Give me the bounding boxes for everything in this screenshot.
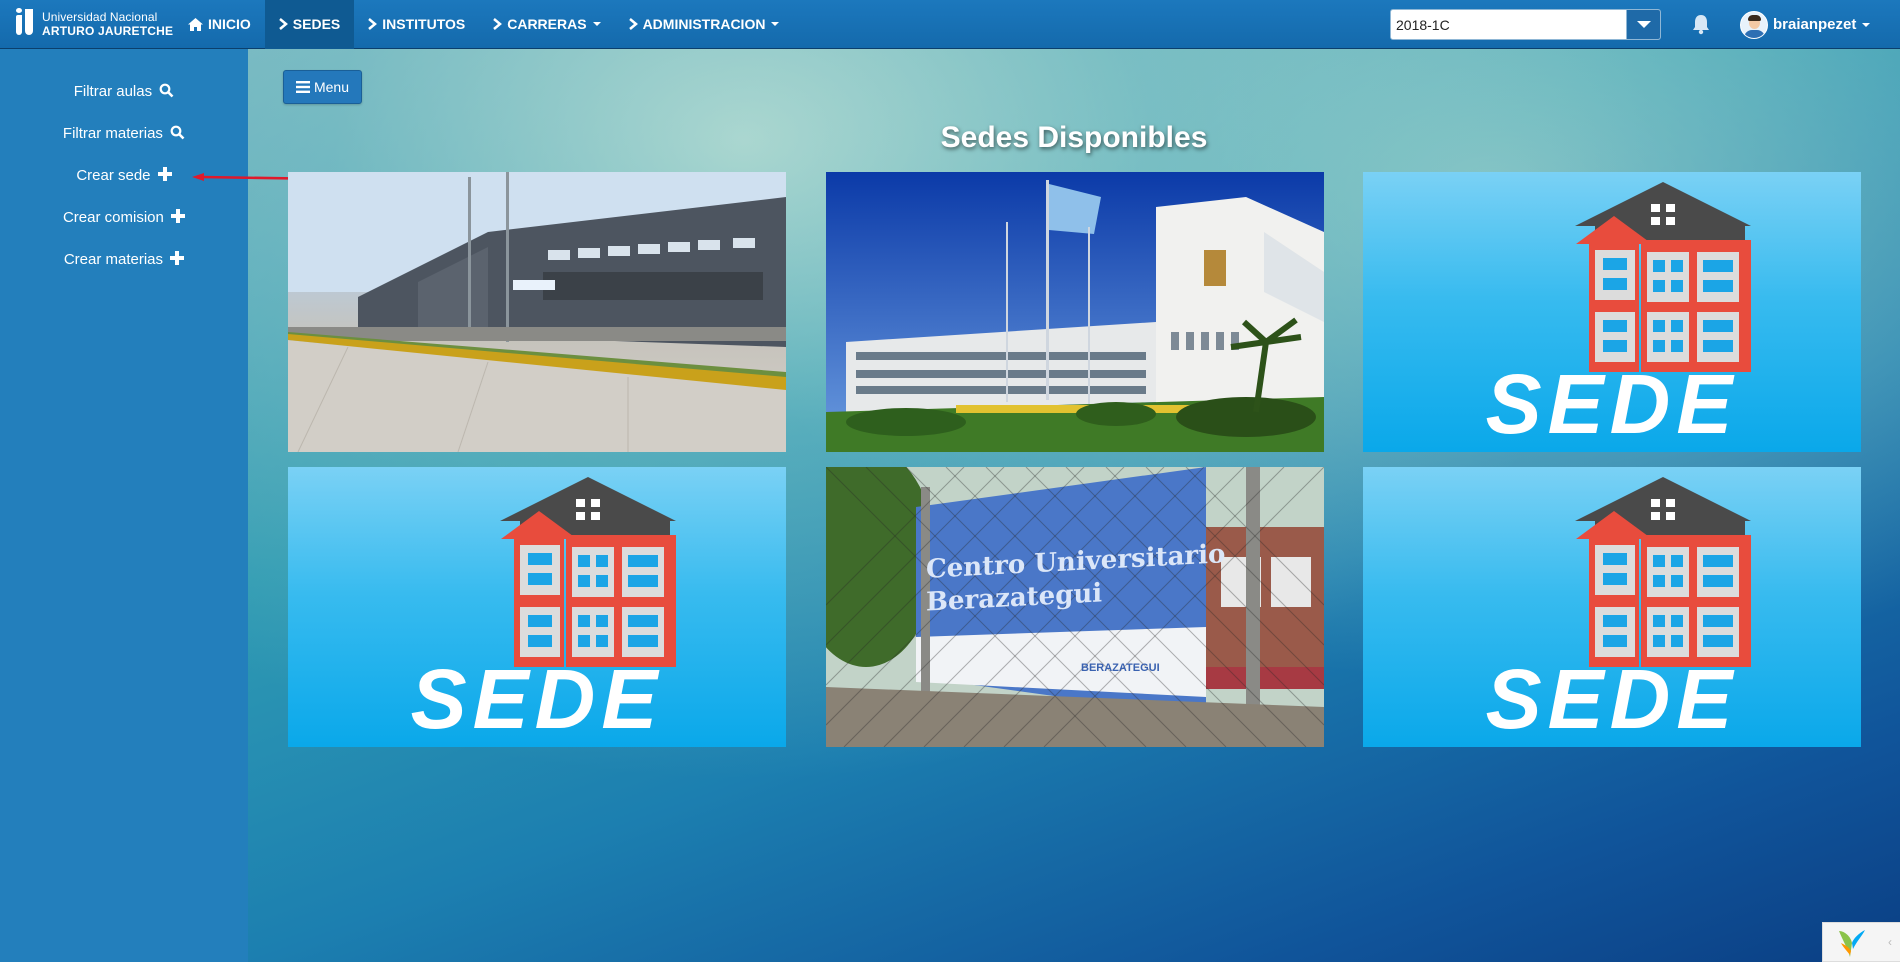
- sede-placeholder-label: SEDE: [1485, 652, 1739, 746]
- nav-item-label: ADMINISTRACION: [642, 16, 766, 32]
- campus-building-photo: [288, 172, 786, 452]
- menu-button-label: Menu: [313, 79, 350, 95]
- brand-line1: Universidad Nacional: [42, 10, 158, 24]
- sede-building-illustration: [1575, 182, 1751, 372]
- chevron-left-icon: ‹: [1888, 935, 1892, 949]
- sede-placeholder-label: SEDE: [410, 652, 664, 746]
- nav-item-carreras[interactable]: CARRERAS: [479, 0, 614, 49]
- sidebar-item-label: Filtrar aulas: [73, 83, 153, 100]
- chevron-right-icon: [493, 18, 503, 30]
- caret-down-icon: [771, 22, 780, 26]
- sidebar-item-label: Crear comision: [62, 209, 164, 226]
- avatar: [1740, 10, 1768, 39]
- search-icon: [170, 125, 185, 140]
- sede-card-2[interactable]: [826, 172, 1324, 452]
- period-dropdown-button[interactable]: [1626, 10, 1660, 39]
- caret-down-icon: [1636, 21, 1651, 28]
- plus-icon: [157, 167, 172, 181]
- brand-line2: ARTURO JAURETCHE: [42, 24, 174, 38]
- sign-logo-text: BERAZATEGUI: [1081, 662, 1160, 674]
- sede-placeholder-label: SEDE: [1485, 357, 1739, 451]
- page-title: Sedes Disponibles: [940, 121, 1208, 154]
- brand-logo-link[interactable]: Universidad Nacional ARTURO JAURETCHE: [0, 0, 174, 49]
- nav-item-label: CARRERAS: [507, 16, 587, 32]
- sede-building-illustration: [1575, 477, 1751, 667]
- caret-down-icon: [1862, 22, 1871, 27]
- bars-icon: [295, 81, 310, 93]
- user-menu[interactable]: braianpezet: [1740, 0, 1871, 49]
- sidebar-item-crear-comision[interactable]: Crear comision: [0, 209, 248, 226]
- sidebar-item-label: Filtrar materias: [62, 125, 163, 142]
- sede-card-3[interactable]: SEDE: [1363, 172, 1861, 452]
- sede-card-6[interactable]: SEDE: [1363, 467, 1861, 747]
- sidebar-item-filtrar-materias[interactable]: Filtrar materias: [0, 125, 248, 142]
- sidebar-item-label: Crear materias: [63, 251, 164, 268]
- chevron-right-icon: [278, 18, 288, 30]
- chevron-right-icon: [368, 18, 378, 30]
- search-icon: [159, 83, 174, 98]
- nav-item-institutos[interactable]: INSTITUTOS: [354, 0, 479, 49]
- chevron-right-icon: [628, 18, 638, 30]
- debug-toolbar-toggle[interactable]: ‹: [1822, 922, 1900, 962]
- nav-item-label: INSTITUTOS: [382, 16, 466, 32]
- sede-card-5[interactable]: Centro Universitario Berazategui BERAZAT…: [826, 467, 1324, 747]
- nav-item-label: SEDES: [292, 16, 341, 32]
- top-navbar: Universidad Nacional ARTURO JAURETCHE IN…: [0, 0, 1900, 49]
- nav-item-sedes[interactable]: SEDES: [264, 0, 355, 49]
- plus-icon: [171, 209, 186, 223]
- period-select-value: 2018-1C: [1396, 16, 1450, 33]
- bell-icon[interactable]: [1690, 13, 1712, 35]
- main-building-flags-photo: [826, 172, 1324, 452]
- sidebar-item-label: Crear sede: [76, 167, 151, 184]
- menu-button[interactable]: Menu: [283, 70, 362, 104]
- caret-down-icon: [592, 22, 601, 26]
- plus-icon: [170, 251, 185, 265]
- username: braianpezet: [1773, 16, 1857, 33]
- university-logo-icon: [14, 7, 38, 41]
- period-select[interactable]: 2018-1C: [1390, 9, 1661, 40]
- yii-logo-icon: [1839, 930, 1865, 957]
- sidebar-item-filtrar-aulas[interactable]: Filtrar aulas: [0, 83, 248, 100]
- sede-building-illustration: [500, 477, 676, 667]
- nav-item-administracion[interactable]: ADMINISTRACION: [615, 0, 794, 49]
- home-icon: [188, 17, 203, 31]
- sede-card-1[interactable]: [288, 172, 786, 452]
- nav-item-inicio[interactable]: INICIO: [174, 0, 265, 49]
- nav-item-label: INICIO: [208, 16, 251, 32]
- sidebar-item-crear-materias[interactable]: Crear materias: [0, 251, 248, 268]
- sidebar: Filtrar aulas Filtrar materias Crear sed…: [0, 49, 248, 962]
- sede-card-4[interactable]: SEDE: [288, 467, 786, 747]
